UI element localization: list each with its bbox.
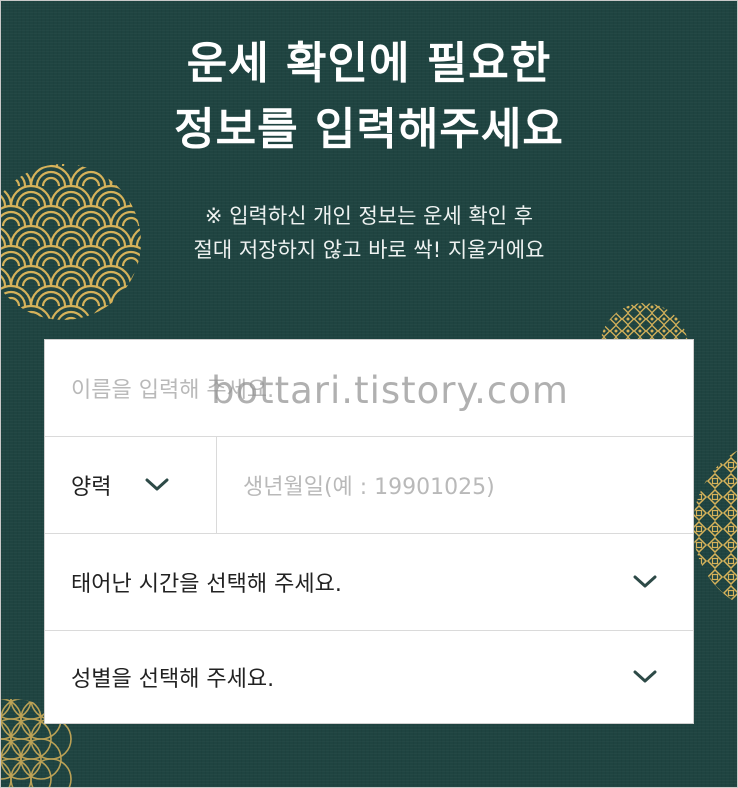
birth-row: 양력 생년월일(예 : 19901025) (45, 437, 693, 534)
calendar-type-select[interactable]: 양력 (45, 437, 217, 533)
chevron-down-icon (145, 478, 169, 492)
birth-time-select-label: 태어난 시간을 선택해 주세요. (71, 572, 342, 597)
chevron-down-icon (633, 575, 657, 589)
gender-select-label: 성별을 선택해 주세요. (71, 667, 275, 692)
privacy-notice-line-1: ※ 입력하신 개인 정보는 운세 확인 후 (204, 204, 534, 228)
gold-lattice-decoration (693, 441, 737, 613)
birth-time-select[interactable]: 태어난 시간을 선택해 주세요. (45, 534, 693, 631)
fortune-info-screen: 운세 확인에 필요한 정보를 입력해주세요 ※ 입력하신 개인 정보는 운세 확… (0, 0, 738, 788)
calendar-type-value: 양력 (71, 475, 112, 500)
birthdate-input[interactable]: 생년월일(예 : 19901025) (217, 469, 495, 501)
title-line-2: 정보를 입력해주세요 (174, 104, 564, 155)
watermark: bottari.tistory.com (211, 369, 569, 412)
page-title: 운세 확인에 필요한 정보를 입력해주세요 (1, 31, 737, 163)
gold-lattice-decoration (600, 303, 688, 341)
birthdate-input-placeholder: 생년월일(예 : 19901025) (243, 475, 495, 500)
privacy-notice-line-2: 절대 저장하지 않고 바로 싹! 지울거에요 (193, 238, 545, 262)
title-line-1: 운세 확인에 필요한 (186, 38, 552, 89)
privacy-notice: ※ 입력하신 개인 정보는 운세 확인 후 절대 저장하지 않고 바로 싹! 지… (1, 199, 737, 267)
gender-select[interactable]: 성별을 선택해 주세요. (45, 631, 693, 723)
chevron-down-icon (633, 670, 657, 684)
